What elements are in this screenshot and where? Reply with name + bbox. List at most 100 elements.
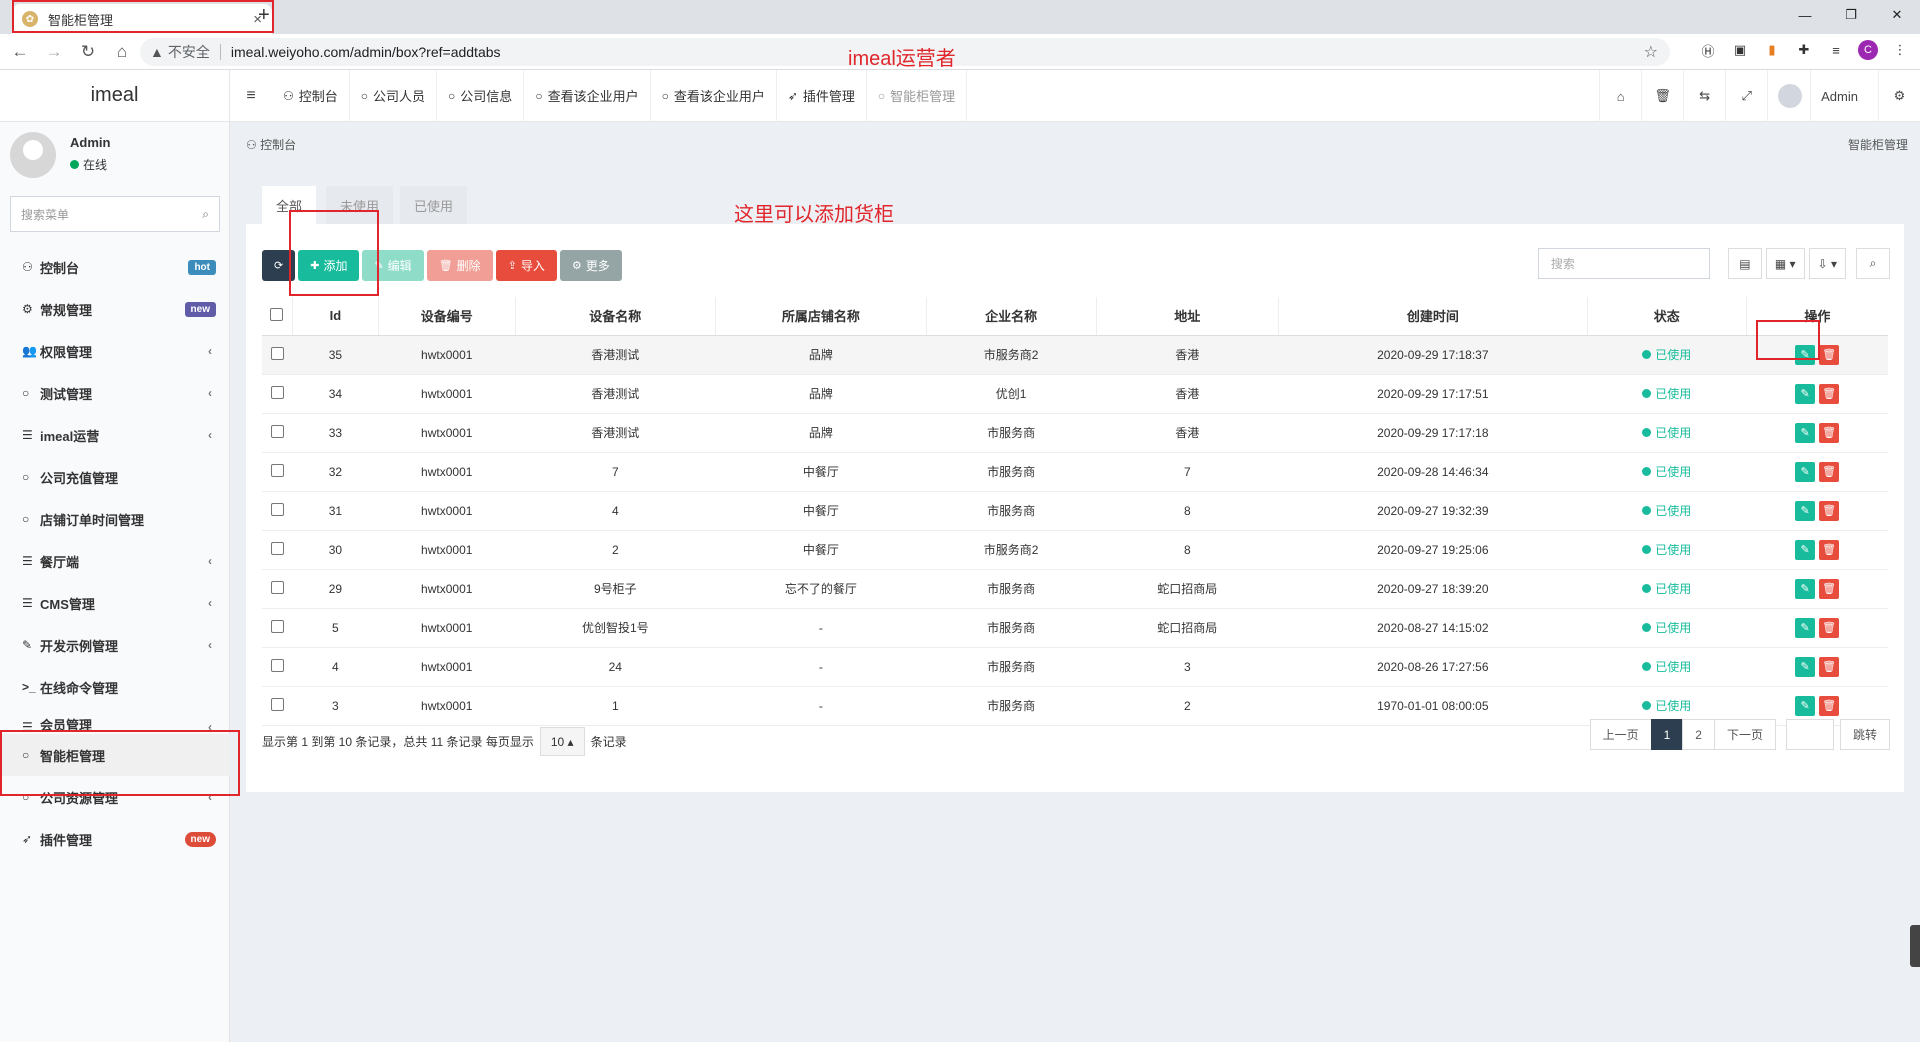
menu-search-input[interactable]: 搜索菜单 ⌕ — [10, 196, 220, 232]
topnav-tab-plugins[interactable]: ➶ 插件管理 — [777, 69, 867, 122]
topnav-tab-dashboard[interactable]: ⚇ 控制台 — [272, 69, 350, 122]
edit-row-icon[interactable]: ✎ — [1795, 422, 1816, 443]
reload-icon[interactable]: ↻ — [74, 42, 102, 62]
delete-row-icon[interactable]: 🗑 — [1819, 344, 1840, 365]
delete-row-icon[interactable]: 🗑 — [1819, 656, 1840, 677]
reading-list-icon[interactable]: ≡ — [1826, 40, 1846, 60]
edit-row-icon[interactable]: ✎ — [1795, 539, 1816, 560]
next-page-button[interactable]: 下一页 — [1713, 719, 1776, 750]
page-size-select[interactable]: 10 ▴ — [539, 727, 585, 756]
more-button[interactable]: ⚙ 更多 — [559, 250, 622, 281]
toggle-view-icon[interactable]: ▤ — [1727, 248, 1762, 279]
table-row[interactable]: 33 hwtx0001 香港测试 品牌 市服务商 香港 2020-09-29 17:17:1… — [262, 413, 1888, 453]
profile-avatar-icon[interactable]: C — [1858, 40, 1878, 60]
sidebar-item-testing[interactable]: ○ 测试管理 ‹ — [0, 372, 230, 414]
minimize-icon[interactable]: — — [1782, 0, 1828, 30]
brand-logo[interactable]: imeal — [0, 70, 230, 122]
table-row[interactable]: 31 hwtx0001 4 中餐厅 市服务商 8 2020-09-27 19:32:39 已使… — [262, 491, 1888, 531]
tab-used[interactable]: 已使用 — [400, 186, 468, 224]
top-user-menu[interactable]: Admin — [1767, 70, 1878, 122]
delete-button[interactable]: 🗑 删除 — [426, 250, 493, 281]
sidebar-item-plugins[interactable]: ➶ 插件管理 new — [0, 818, 230, 860]
sidebar-item-members[interactable]: ☰ 会员管理 ‹ — [0, 708, 230, 734]
extension-square-icon[interactable]: ▣ — [1730, 40, 1750, 60]
delete-row-icon[interactable]: 🗑 — [1819, 578, 1840, 599]
edit-row-icon[interactable]: ✎ — [1795, 656, 1816, 677]
forward-icon[interactable]: → — [40, 42, 68, 62]
topnav-tab-company-staff[interactable]: ○ 公司人员 — [350, 69, 438, 122]
topnav-tab-enterprise-users-1[interactable]: ○ 查看该企业用户 — [524, 69, 651, 122]
header-device-code[interactable]: 设备编号 — [378, 297, 516, 336]
sidebar-item-dashboard[interactable]: ⚇ 控制台 hot — [0, 246, 230, 288]
delete-row-icon[interactable]: 🗑 — [1819, 539, 1840, 560]
delete-row-icon[interactable]: 🗑 — [1819, 383, 1840, 404]
row-checkbox[interactable] — [270, 658, 284, 672]
sidebar-item-smart-cabinet[interactable]: ○ 智能柜管理 — [0, 734, 230, 776]
home-icon[interactable]: ⌂ — [108, 42, 136, 62]
sidebar-item-recharge[interactable]: ○ 公司充值管理 — [0, 456, 230, 498]
edit-button[interactable]: ✎ 编辑 — [362, 250, 424, 281]
export-icon[interactable]: ⇩ ▾ — [1808, 248, 1846, 279]
row-checkbox[interactable] — [270, 697, 284, 711]
header-company-name[interactable]: 企业名称 — [926, 297, 1097, 336]
sidebar-item-online-command[interactable]: >_ 在线命令管理 — [0, 666, 230, 708]
jump-button[interactable]: 跳转 — [1839, 719, 1890, 750]
select-all-checkbox[interactable] — [270, 307, 284, 321]
tab-unused[interactable]: 未使用 — [326, 186, 394, 224]
delete-row-icon[interactable]: 🗑 — [1819, 617, 1840, 638]
edit-row-icon[interactable]: ✎ — [1795, 500, 1816, 521]
edit-row-icon[interactable]: ✎ — [1795, 461, 1816, 482]
delete-row-icon[interactable]: 🗑 — [1819, 695, 1840, 716]
close-window-icon[interactable]: ✕ — [1874, 0, 1920, 30]
extension-bars-icon[interactable]: ▮ — [1762, 40, 1782, 60]
search-icon[interactable]: ⌕ — [1856, 248, 1890, 279]
edit-row-icon[interactable]: ✎ — [1795, 695, 1816, 716]
sidebar-toggle-icon[interactable]: ≡ — [230, 87, 272, 105]
edit-row-icon[interactable]: ✎ — [1795, 617, 1816, 638]
jump-page-input[interactable] — [1785, 719, 1834, 750]
header-created-time[interactable]: 创建时间 — [1278, 297, 1588, 336]
delete-row-icon[interactable]: 🗑 — [1819, 500, 1840, 521]
extension-puzzle-icon[interactable]: ✚ — [1794, 40, 1814, 60]
sidebar-item-order-time[interactable]: ○ 店铺订单时间管理 — [0, 498, 230, 540]
sidebar-item-imeal-ops[interactable]: ☰ imeal运营 ‹ — [0, 414, 230, 456]
restore-icon[interactable]: ❐ — [1828, 0, 1874, 30]
topnav-tab-company-info[interactable]: ○ 公司信息 — [437, 69, 525, 122]
delete-row-icon[interactable]: 🗑 — [1819, 461, 1840, 482]
back-icon[interactable]: ← — [6, 42, 34, 62]
edit-row-icon[interactable]: ✎ — [1795, 578, 1816, 599]
table-row[interactable]: 30 hwtx0001 2 中餐厅 市服务商2 8 2020-09-27 19:25:06 已… — [262, 530, 1888, 570]
table-row[interactable]: 4 hwtx0001 24- 市服务商 3 2020-08-26 17:27:56 已使用 ✎… — [262, 647, 1888, 687]
delete-row-icon[interactable]: 🗑 — [1819, 422, 1840, 443]
breadcrumb[interactable]: ⚇ 控制台 — [246, 136, 296, 153]
table-row[interactable]: 32 hwtx0001 7 中餐厅 市服务商 7 2020-09-28 14:46:34 已使… — [262, 452, 1888, 492]
trash-icon[interactable]: 🗑 — [1641, 70, 1683, 122]
sidebar-item-restaurant[interactable]: ☰ 餐厅端 ‹ — [0, 540, 230, 582]
table-search-input[interactable]: 搜索 — [1537, 248, 1710, 279]
prev-page-button[interactable]: 上一页 — [1589, 719, 1652, 750]
search-icon[interactable]: ⌕ — [202, 207, 209, 222]
new-tab-icon[interactable]: + — [258, 4, 270, 27]
browser-tab[interactable]: ✿ 智能柜管理 × — [12, 4, 272, 34]
row-checkbox[interactable] — [270, 346, 284, 360]
table-row[interactable]: 5 hwtx0001 优创智投1号 - 市服务商 蛇口招商局 2020-08-27 14:1… — [262, 608, 1888, 648]
page-2-button[interactable]: 2 — [1682, 719, 1715, 750]
extension-h-icon[interactable]: Ⓗ — [1698, 40, 1718, 60]
import-button[interactable]: ⇪ 导入 — [495, 250, 557, 281]
home-nav-icon[interactable]: ⌂ — [1599, 70, 1641, 122]
page-1-button[interactable]: 1 — [1650, 719, 1684, 750]
table-row[interactable]: 34 hwtx0001 香港测试 品牌 优创1 香港 2020-09-29 17:17:51… — [262, 374, 1888, 414]
translate-icon[interactable]: ⇆ — [1683, 70, 1725, 122]
browser-menu-icon[interactable]: ⋮ — [1890, 40, 1910, 60]
topnav-tab-enterprise-users-2[interactable]: ○ 查看该企业用户 — [651, 69, 777, 122]
table-row[interactable]: 35 hwtx0001 香港测试 品牌 市服务商2 香港 2020-09-29 17:18:… — [262, 335, 1888, 375]
topnav-tab-smart-cabinet[interactable]: ○ 智能柜管理 — [867, 69, 968, 122]
header-status[interactable]: 状态 — [1587, 297, 1747, 336]
row-checkbox[interactable] — [270, 580, 284, 594]
header-address[interactable]: 地址 — [1096, 297, 1279, 336]
sidebar-item-cms[interactable]: ☰ CMS管理 ‹ — [0, 582, 230, 624]
row-checkbox[interactable] — [270, 502, 284, 516]
table-row[interactable]: 29 hwtx0001 9号柜子 忘不了的餐厅 市服务商 蛇口招商局 2020-09-27 … — [262, 569, 1888, 609]
scroll-handle[interactable] — [1910, 925, 1920, 967]
row-checkbox[interactable] — [270, 619, 284, 633]
